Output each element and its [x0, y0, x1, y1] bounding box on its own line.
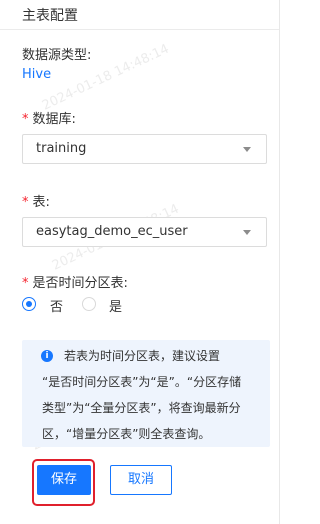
info-icon: i	[41, 350, 53, 362]
caret-down-icon	[243, 147, 251, 152]
partition-label: 是否时间分区表:	[32, 276, 128, 291]
database-label: 数据库:	[32, 112, 76, 127]
partition-tip-box: i 若表为时间分区表，建议设置 “是否时间分区表”为“是”。“分区存储 类型”为…	[22, 340, 270, 447]
panel-header: 主表配置	[0, 0, 279, 30]
tip-line-4: 区，“增量分区表”则全表查询。	[42, 427, 211, 441]
required-mark: *	[22, 112, 29, 127]
table-label: 表:	[32, 195, 50, 210]
required-mark: *	[22, 195, 29, 210]
table-select[interactable]: easytag_demo_ec_user	[22, 217, 267, 247]
divider	[279, 0, 280, 524]
datasource-type-label: 数据源类型:	[22, 48, 92, 63]
cancel-button[interactable]: 取消	[110, 465, 172, 495]
caret-down-icon	[243, 230, 251, 235]
required-mark: *	[22, 276, 29, 291]
database-select-value: training	[36, 141, 87, 156]
radio-no[interactable]	[22, 297, 36, 311]
save-button[interactable]: 保存	[37, 465, 91, 495]
radio-yes[interactable]	[82, 297, 96, 311]
database-select[interactable]: training	[22, 134, 267, 164]
table-select-value: easytag_demo_ec_user	[36, 224, 188, 239]
radio-yes-label[interactable]: 是	[109, 296, 122, 315]
datasource-type-value: Hive	[22, 67, 52, 82]
tip-line-1: 若表为时间分区表，建议设置	[64, 349, 221, 363]
database-label-row: * 数据库:	[22, 108, 76, 127]
table-label-row: * 表:	[22, 191, 50, 210]
tip-line-2: “是否时间分区表”为“是”。“分区存储	[42, 375, 242, 389]
partition-radio-group: 否 是	[22, 297, 172, 315]
main-table-config-panel: 2024-01-18 14:48:14 2024-01-18 14:48:14 …	[0, 0, 281, 524]
panel-title: 主表配置	[22, 8, 78, 24]
tip-line-3: 类型”为“全量分区表”，将查询最新分	[42, 401, 241, 415]
radio-no-label[interactable]: 否	[50, 296, 63, 315]
partition-label-row: * 是否时间分区表:	[22, 272, 128, 291]
